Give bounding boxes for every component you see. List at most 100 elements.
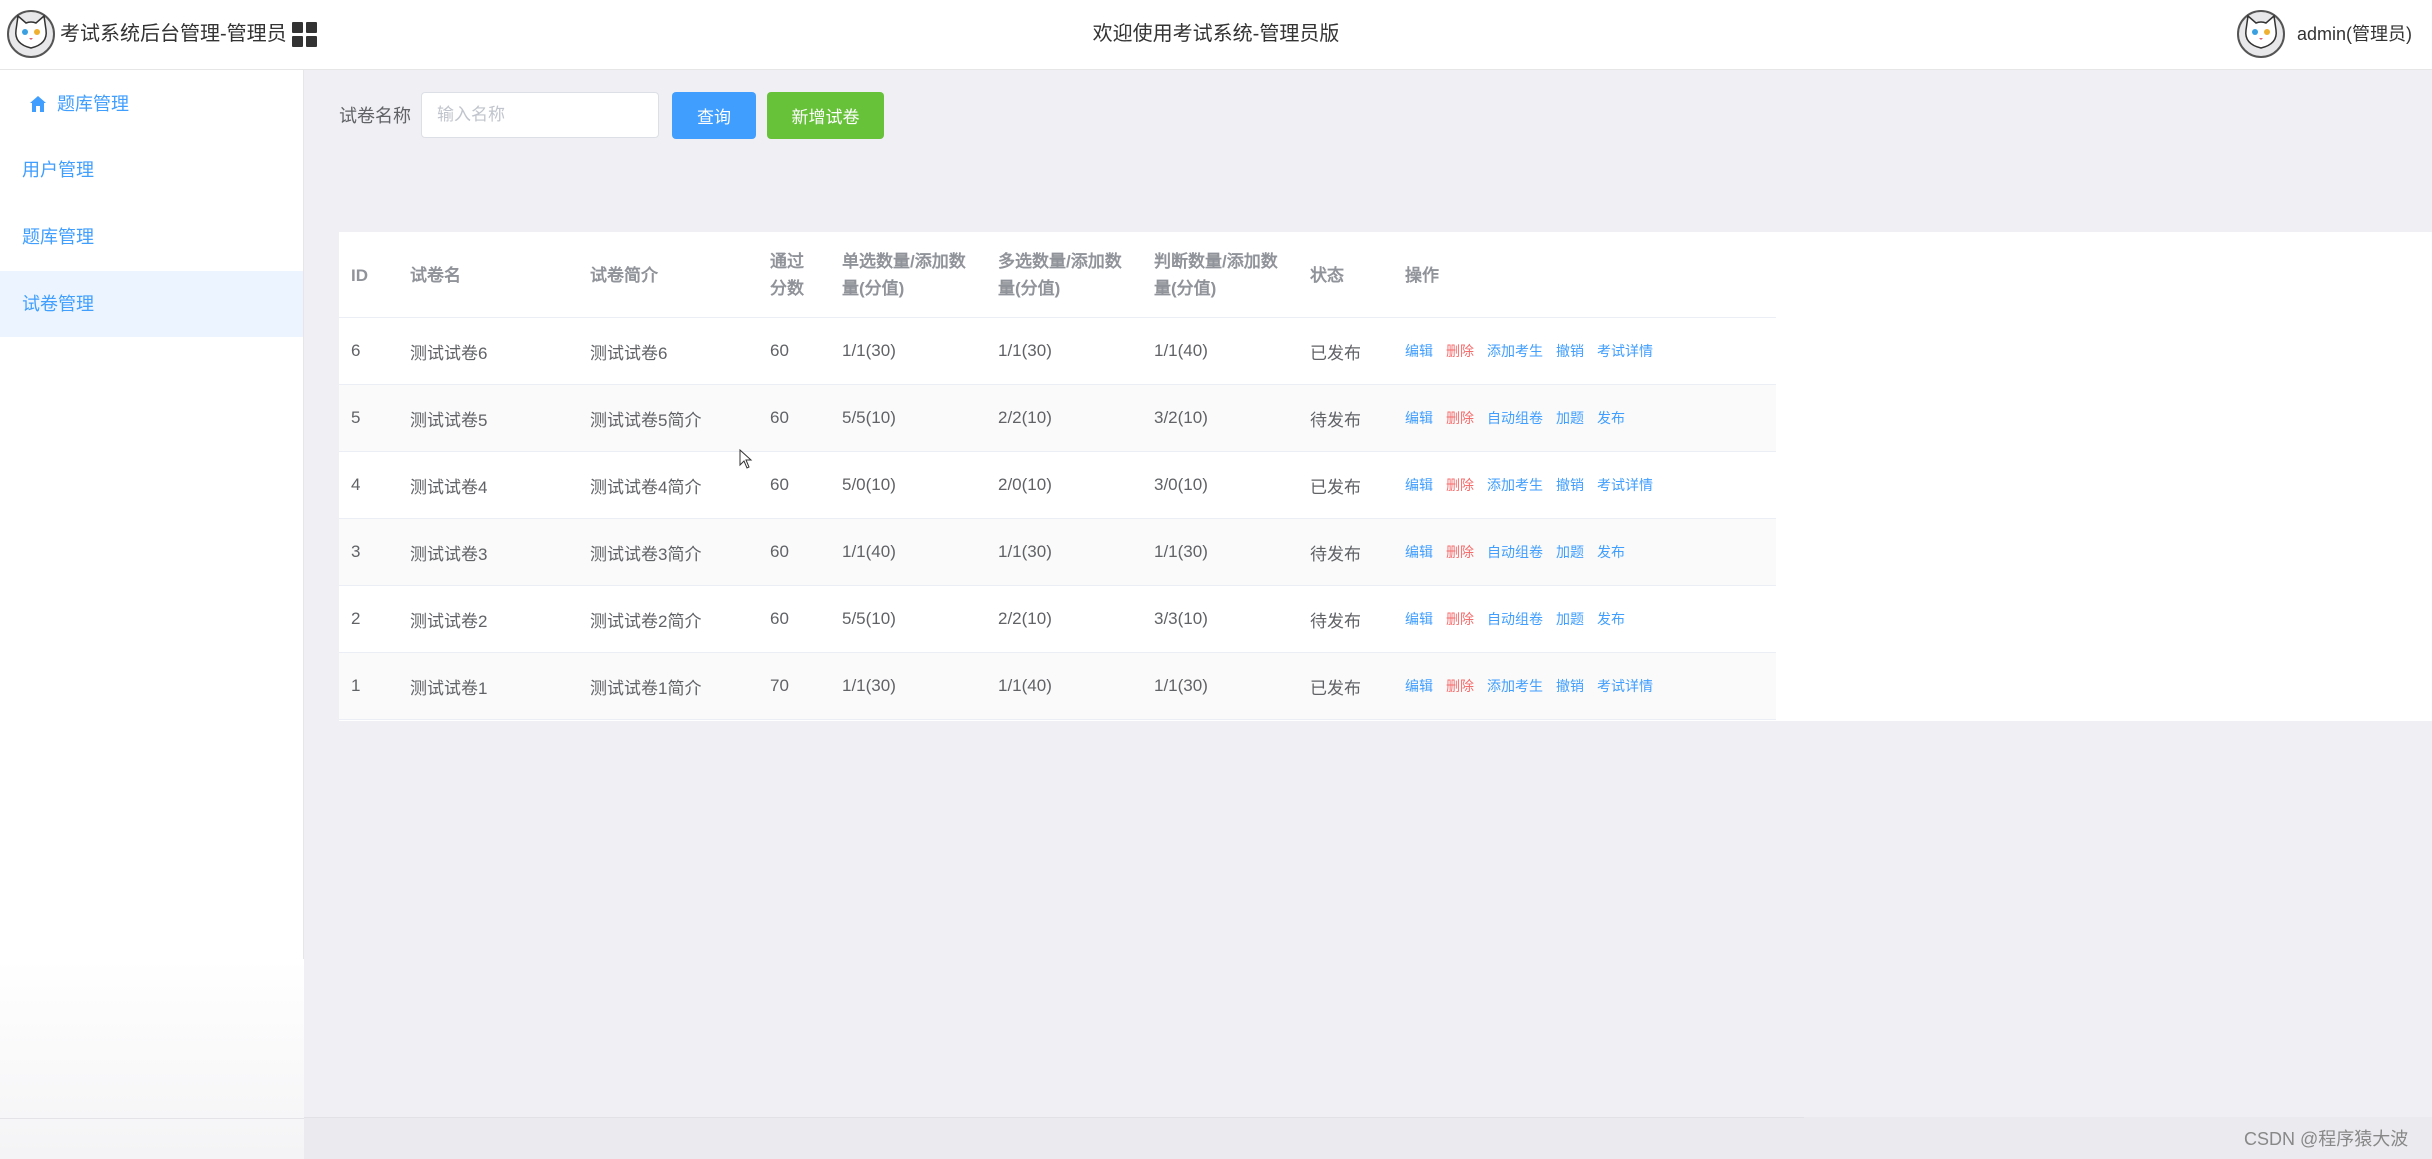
cell-judge: 1/1(30) (1154, 676, 1208, 695)
auto-compose-link[interactable]: 自动组卷 (1487, 542, 1543, 562)
add-question-link[interactable]: 加题 (1556, 408, 1584, 428)
delete-link[interactable]: 删除 (1446, 609, 1474, 629)
row-actions: 编辑 删除 自动组卷 加题 发布 (1405, 586, 1625, 652)
revoke-link[interactable]: 撤销 (1556, 475, 1584, 495)
cell-pass-score: 60 (770, 609, 789, 628)
table-row: 4 测试试卷4 测试试卷4简介 60 5/0(10) 2/0(10) 3/0(10) 已发布 编… (339, 452, 1776, 519)
user-name[interactable]: admin(管理员) (2297, 22, 2412, 46)
delete-link[interactable]: 删除 (1446, 408, 1474, 428)
sidebar-item-papers[interactable]: 试卷管理 (0, 271, 303, 337)
publish-link[interactable]: 发布 (1597, 408, 1625, 428)
sidebar-fade (0, 959, 304, 1159)
query-button[interactable]: 查询 (672, 92, 756, 139)
cell-paper-name: 测试试卷6 (410, 343, 488, 363)
edit-link[interactable]: 编辑 (1405, 408, 1433, 428)
delete-link[interactable]: 删除 (1446, 542, 1474, 562)
edit-link[interactable]: 编辑 (1405, 542, 1433, 562)
cell-pass-score: 60 (770, 341, 789, 360)
revoke-link[interactable]: 撤销 (1556, 676, 1584, 696)
row-actions: 编辑 删除 添加考生 撤销 考试详情 (1405, 318, 1653, 384)
row-actions: 编辑 删除 自动组卷 加题 发布 (1405, 519, 1625, 585)
cell-id: 3 (351, 542, 361, 561)
column-header: 状态 (1310, 265, 1344, 285)
cell-id: 4 (351, 475, 361, 494)
delete-link[interactable]: 删除 (1446, 676, 1474, 696)
add-examinee-link[interactable]: 添加考生 (1487, 341, 1543, 361)
publish-link[interactable]: 发布 (1597, 542, 1625, 562)
delete-link[interactable]: 删除 (1446, 475, 1474, 495)
table-row: 2 测试试卷2 测试试卷2简介 60 5/5(10) 2/2(10) 3/3(10) 待发布 编… (339, 586, 1776, 653)
add-question-link[interactable]: 加题 (1556, 609, 1584, 629)
cell-multi-choice: 2/0(10) (998, 475, 1052, 494)
sidebar-item-users[interactable]: 用户管理 (0, 137, 303, 203)
cell-single-choice: 5/5(10) (842, 408, 896, 427)
cell-paper-intro: 测试试卷5简介 (590, 410, 702, 430)
status-text: 已发布 (1310, 343, 1361, 363)
column-header: 多选数量/添加数量(分值) (998, 252, 1122, 298)
cell-judge: 3/2(10) (1154, 408, 1208, 427)
cell-pass-score: 60 (770, 475, 789, 494)
watermark: CSDN @程序猿大波 (2244, 1129, 2409, 1149)
row-actions: 编辑 删除 自动组卷 加题 发布 (1405, 385, 1625, 451)
cell-paper-intro: 测试试卷3简介 (590, 544, 702, 564)
cell-pass-score: 70 (770, 676, 789, 695)
horizontal-scrollbar[interactable] (304, 1117, 1804, 1118)
edit-link[interactable]: 编辑 (1405, 341, 1433, 361)
cell-multi-choice: 2/2(10) (998, 609, 1052, 628)
cell-single-choice: 1/1(40) (842, 542, 896, 561)
status-text: 待发布 (1310, 611, 1361, 631)
edit-link[interactable]: 编辑 (1405, 609, 1433, 629)
status-text: 待发布 (1310, 544, 1361, 564)
cat-logo-icon[interactable] (7, 10, 55, 58)
status-text: 已发布 (1310, 678, 1361, 698)
edit-link[interactable]: 编辑 (1405, 676, 1433, 696)
auto-compose-link[interactable]: 自动组卷 (1487, 609, 1543, 629)
publish-link[interactable]: 发布 (1597, 609, 1625, 629)
cell-id: 2 (351, 609, 361, 628)
cell-multi-choice: 2/2(10) (998, 408, 1052, 427)
table-row: 6 测试试卷6 测试试卷6 60 1/1(30) 1/1(30) 1/1(40) 已发布 编辑删… (339, 318, 1776, 385)
row-actions: 编辑 删除 添加考生 撤销 考试详情 (1405, 653, 1653, 719)
exam-details-link[interactable]: 考试详情 (1597, 475, 1653, 495)
cell-multi-choice: 1/1(30) (998, 542, 1052, 561)
cell-single-choice: 1/1(30) (842, 341, 896, 360)
exam-details-link[interactable]: 考试详情 (1597, 676, 1653, 696)
search-label: 试卷名称 (339, 106, 411, 126)
revoke-link[interactable]: 撤销 (1556, 341, 1584, 361)
column-header: 通过分数 (770, 252, 804, 298)
papers-table: ID 试卷名 试卷简介 通过分数 单选数量/添加数量(分值) 多选数量/添加数量… (339, 232, 2432, 721)
auto-compose-link[interactable]: 自动组卷 (1487, 408, 1543, 428)
cell-judge: 3/3(10) (1154, 609, 1208, 628)
column-header: 试卷名 (410, 265, 461, 285)
welcome-text: 欢迎使用考试系统-管理员版 (1092, 23, 1340, 45)
add-examinee-link[interactable]: 添加考生 (1487, 676, 1543, 696)
table-header: ID 试卷名 试卷简介 通过分数 单选数量/添加数量(分值) 多选数量/添加数量… (339, 232, 1776, 318)
column-header: 判断数量/添加数量(分值) (1154, 252, 1278, 298)
add-question-link[interactable]: 加题 (1556, 542, 1584, 562)
sidebar-item-question-bank[interactable]: 题库管理 (0, 204, 303, 270)
edit-link[interactable]: 编辑 (1405, 475, 1433, 495)
column-header: ID (351, 265, 368, 285)
cell-judge: 3/0(10) (1154, 475, 1208, 494)
delete-link[interactable]: 删除 (1446, 341, 1474, 361)
table-row: 5 测试试卷5 测试试卷5简介 60 5/5(10) 2/2(10) 3/2(10) 待发布 编… (339, 385, 1776, 452)
column-header: 单选数量/添加数量(分值) (842, 252, 966, 298)
search-input[interactable] (421, 92, 659, 138)
add-examinee-link[interactable]: 添加考生 (1487, 475, 1543, 495)
cat-avatar-icon[interactable] (2237, 10, 2285, 58)
grid-menu-icon[interactable] (292, 22, 318, 48)
sidebar-item-question-bank-header[interactable]: 题库管理 (0, 70, 303, 136)
add-paper-button[interactable]: 新增试卷 (767, 92, 884, 139)
row-actions: 编辑 删除 添加考生 撤销 考试详情 (1405, 452, 1653, 518)
table-row: 3 测试试卷3 测试试卷3简介 60 1/1(40) 1/1(30) 1/1(30) 待发布 编… (339, 519, 1776, 586)
cell-pass-score: 60 (770, 408, 789, 427)
cell-single-choice: 5/0(10) (842, 475, 896, 494)
status-text: 待发布 (1310, 410, 1361, 430)
app-title: 考试系统后台管理-管理员 (60, 23, 287, 45)
cell-id: 5 (351, 408, 361, 427)
exam-details-link[interactable]: 考试详情 (1597, 341, 1653, 361)
cell-pass-score: 60 (770, 542, 789, 561)
sidebar-divider (0, 1118, 304, 1119)
cell-judge: 1/1(40) (1154, 341, 1208, 360)
table-row: 1 测试试卷1 测试试卷1简介 70 1/1(30) 1/1(40) 1/1(30) 已发布 编… (339, 653, 1776, 720)
